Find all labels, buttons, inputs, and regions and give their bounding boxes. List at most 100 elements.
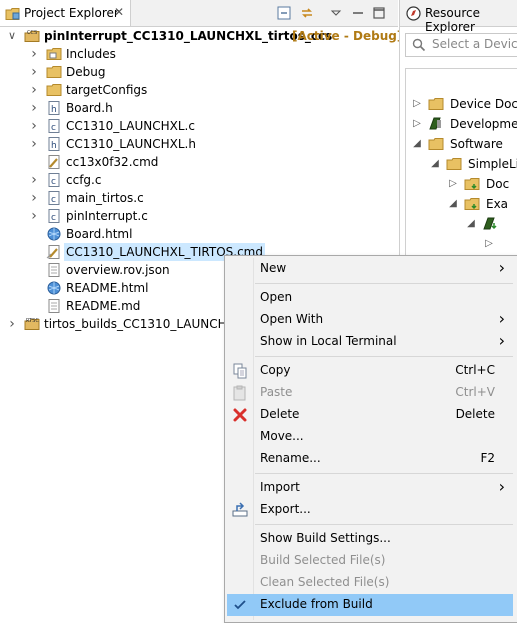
expand-chevron-icon[interactable]: ∨	[6, 27, 18, 45]
menu-item-show-build-settings[interactable]: Show Build Settings...	[227, 528, 513, 550]
html-file-icon	[46, 281, 62, 295]
tree-item-label: ccfg.c	[66, 173, 102, 187]
tree-row[interactable]: › Debug	[0, 63, 398, 81]
menu-item-label: Show Build Settings...	[260, 531, 391, 545]
tree-row[interactable]: › h Board.h	[0, 99, 398, 117]
tree-row[interactable]: Board.html	[0, 225, 398, 243]
tree-row[interactable]: › c main_tirtos.c	[0, 189, 398, 207]
collapse-chevron-icon[interactable]: ›	[28, 189, 40, 207]
svg-text:h: h	[51, 141, 57, 151]
tree-row[interactable]: cc13x0f32.cmd	[0, 153, 398, 171]
folder-icon	[428, 137, 444, 151]
collapse-chevron-icon[interactable]: ›	[28, 99, 40, 117]
menu-item-delete[interactable]: Delete Delete	[227, 404, 513, 426]
rtsc-project-icon: RTSC	[24, 317, 40, 331]
expanded-triangle-icon[interactable]: ◢	[466, 215, 476, 233]
link-with-editor-icon[interactable]	[299, 5, 315, 21]
tree-item-label: targetConfigs	[66, 83, 148, 97]
menu-item-copy[interactable]: Copy Ctrl+C	[227, 360, 513, 382]
text-file-icon	[46, 263, 62, 277]
collapse-chevron-icon[interactable]: ›	[28, 207, 40, 225]
menu-item-show-in-local-terminal[interactable]: Show in Local Terminal ›	[227, 331, 513, 353]
tree-item-label: cc13x0f32.cmd	[66, 155, 159, 169]
tree-item-label: Board.html	[66, 227, 133, 241]
header-file-icon: h	[46, 101, 62, 115]
collapsed-triangle-icon[interactable]: ▷	[448, 175, 458, 193]
resource-tree-row[interactable]: ◢ Software	[406, 135, 517, 153]
menu-item-shortcut: Delete	[455, 407, 495, 421]
menu-item-label: Export...	[260, 502, 311, 516]
resource-tree-row[interactable]: ▷	[406, 235, 517, 253]
collapse-chevron-icon[interactable]: ›	[28, 117, 40, 135]
cmd-file-icon	[46, 155, 62, 169]
collapse-chevron-icon[interactable]: ›	[28, 81, 40, 99]
menu-item-move[interactable]: Move...	[227, 426, 513, 448]
collapse-chevron-icon[interactable]: ›	[28, 135, 40, 153]
folder-icon	[46, 65, 62, 79]
resource-tree-row[interactable]: ▷ Doc	[406, 175, 517, 193]
text-file-icon	[46, 299, 62, 313]
resource-tree-label: SimpleLi	[468, 157, 517, 171]
view-menu-icon[interactable]	[328, 5, 344, 21]
copy-icon	[232, 363, 248, 379]
tree-row[interactable]: › c pinInterrupt.c	[0, 207, 398, 225]
resource-explorer-tab-title: Resource Explorer	[425, 6, 481, 34]
menu-item-paste: Paste Ctrl+V	[227, 382, 513, 404]
tree-row[interactable]: › c ccfg.c	[0, 171, 398, 189]
checkmark-icon	[232, 597, 248, 613]
maximize-icon[interactable]	[371, 5, 387, 21]
menu-item-rename[interactable]: Rename... F2	[227, 448, 513, 470]
expanded-triangle-icon[interactable]: ◢	[412, 135, 422, 153]
menu-item-shortcut: F2	[480, 451, 495, 465]
c-file-icon: c	[46, 173, 62, 187]
menu-item-exclude-from-build[interactable]: Exclude from Build	[227, 594, 513, 616]
collapse-chevron-icon[interactable]: ›	[28, 171, 40, 189]
close-icon[interactable]: ✕	[114, 5, 124, 19]
header-file-icon: h	[46, 137, 62, 151]
menu-item-shortcut: Ctrl+V	[455, 385, 495, 399]
resource-tree-row[interactable]: ▷ Developmen	[406, 115, 517, 133]
collapse-chevron-icon[interactable]: ›	[6, 315, 18, 333]
tree-row[interactable]: › targetConfigs	[0, 81, 398, 99]
includes-folder-icon	[46, 47, 62, 61]
resource-tree-row[interactable]: ◢ Exa	[406, 195, 517, 213]
menu-item-open[interactable]: Open	[227, 287, 513, 309]
tree-row[interactable]: › Includes	[0, 45, 398, 63]
menu-item-open-with[interactable]: Open With ›	[227, 309, 513, 331]
tree-item-label: Board.h	[66, 101, 113, 115]
collapsed-triangle-icon[interactable]: ▷	[412, 115, 422, 133]
tree-row[interactable]: ∨ CCS pinInterrupt_CC1310_LAUNCHXL_tirtos_…	[0, 27, 402, 45]
menu-item-label: Show in Local Terminal	[260, 334, 397, 348]
minimize-icon[interactable]	[350, 5, 366, 21]
menu-item-import[interactable]: Import ›	[227, 477, 513, 499]
collapse-chevron-icon[interactable]: ›	[28, 63, 40, 81]
menu-item-new[interactable]: New ›	[227, 258, 513, 280]
menu-item-label: Delete	[260, 407, 300, 421]
resource-tree-label: Exa	[486, 197, 509, 211]
device-search-input[interactable]: Select a Device o	[405, 33, 517, 57]
menu-item-shortcut: Ctrl+C	[455, 363, 495, 377]
tree-row[interactable]: › c CC1310_LAUNCHXL.c	[0, 117, 398, 135]
menu-item-export[interactable]: Export...	[227, 499, 513, 521]
menu-item-label: Open With	[260, 312, 324, 326]
menu-item-label: Copy	[260, 363, 291, 377]
menu-item-label: Build Selected File(s)	[260, 553, 386, 567]
compass-icon	[406, 6, 421, 21]
expanded-triangle-icon[interactable]: ◢	[430, 155, 440, 173]
resource-tree-row[interactable]: ◢	[406, 215, 517, 233]
project-explorer-tab[interactable]: Project Explorer ✕	[0, 0, 131, 26]
resource-tree-label: Device Docu	[450, 97, 517, 111]
resource-explorer-tab[interactable]: Resource Explorer	[400, 0, 517, 34]
folder-icon	[446, 157, 462, 171]
resource-tree-row[interactable]: ▷ Device Docu	[406, 95, 517, 113]
resource-tree-row[interactable]: ◢ SimpleLi	[406, 155, 517, 173]
tree-item-label: README.md	[66, 299, 141, 313]
collapse-chevron-icon[interactable]: ›	[28, 45, 40, 63]
collapse-all-icon[interactable]	[276, 5, 292, 21]
collapsed-triangle-icon[interactable]: ▷	[484, 235, 494, 253]
submenu-arrow-icon: ›	[498, 477, 505, 496]
collapsed-triangle-icon[interactable]: ▷	[412, 95, 422, 113]
expanded-triangle-icon[interactable]: ◢	[448, 195, 458, 213]
tree-row[interactable]: › h CC1310_LAUNCHXL.h	[0, 135, 398, 153]
submenu-arrow-icon: ›	[498, 331, 505, 350]
